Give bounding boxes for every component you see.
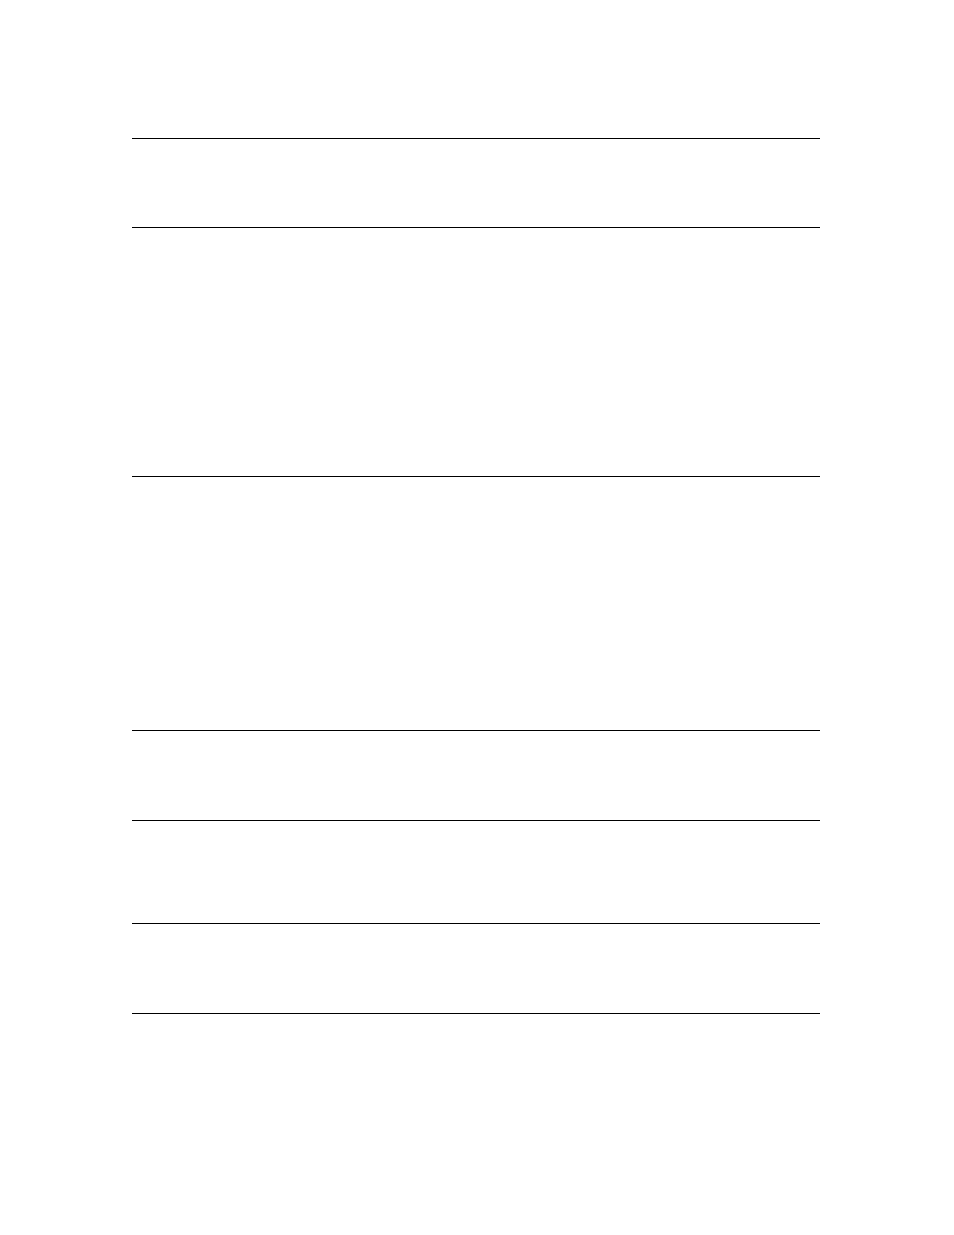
horizontal-rule	[132, 923, 820, 924]
horizontal-rule	[132, 730, 820, 731]
horizontal-rule	[132, 138, 820, 139]
horizontal-rule	[132, 227, 820, 228]
horizontal-rule	[132, 820, 820, 821]
horizontal-rule	[132, 476, 820, 477]
horizontal-rule	[132, 1013, 820, 1014]
